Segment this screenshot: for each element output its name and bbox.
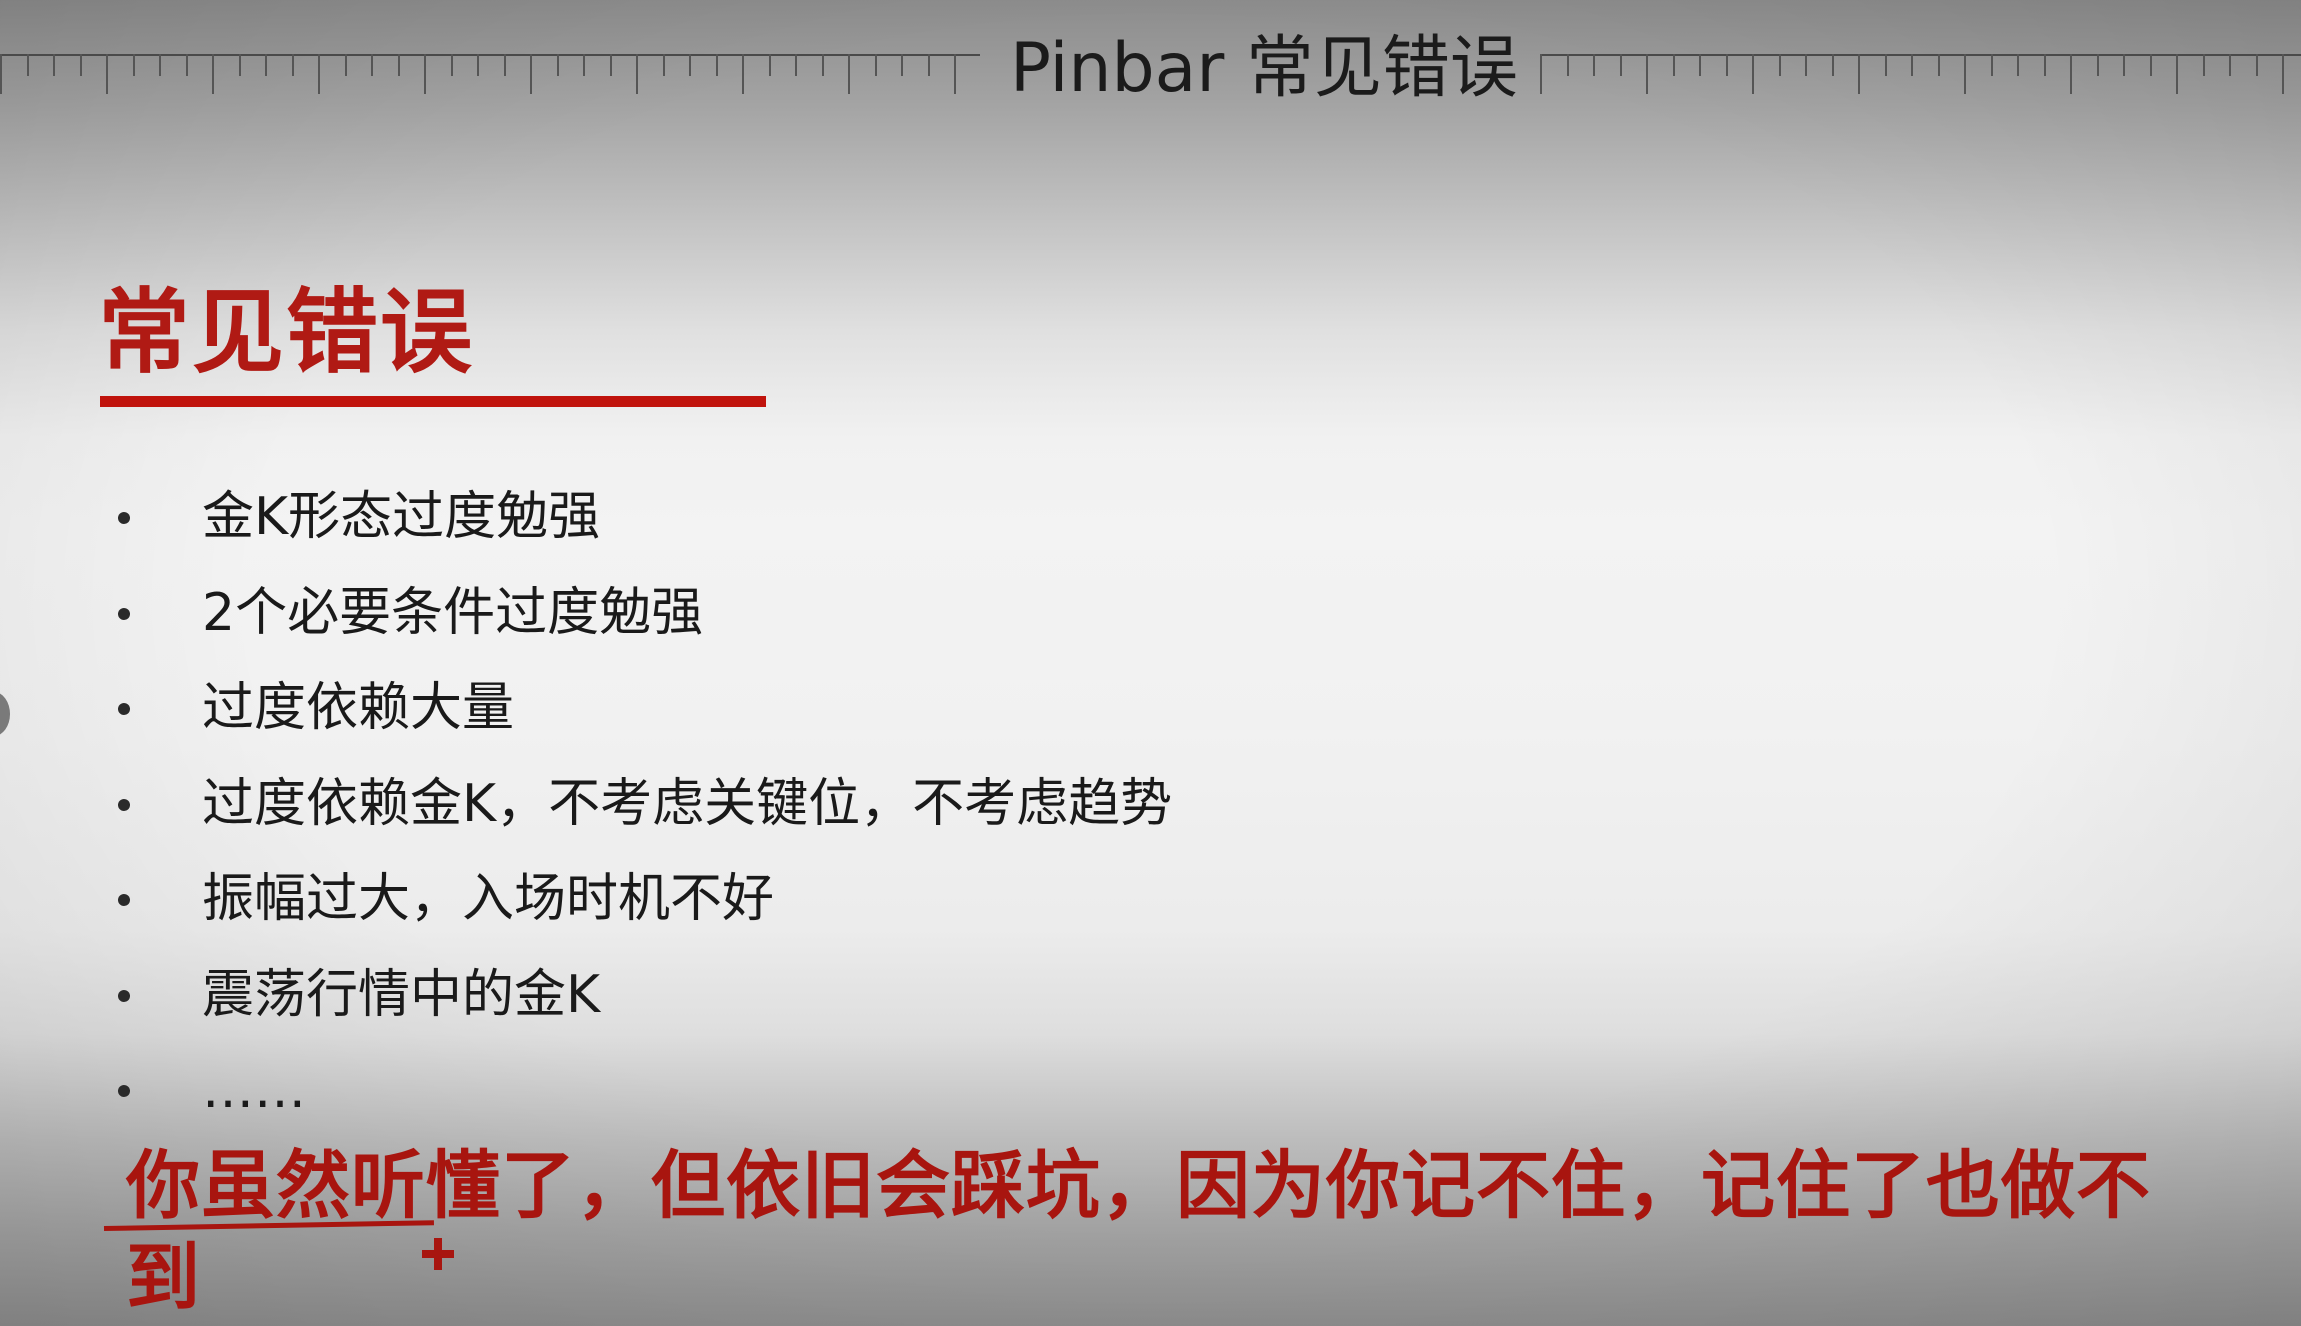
bullet-text: 震荡行情中的金K [202,964,601,1025]
ruler-tick [477,54,479,76]
ruler-tick [768,54,771,76]
ruler-tick [2123,54,2125,76]
bullet-text: 振幅过大，入场时机不好 [202,869,775,929]
handwritten-annotation: 你虽然听懂了，但依旧会踩坑，因为你记不住，记住了也做不到 [126,1143,2151,1321]
ruler-tick [2202,54,2205,76]
ruler-tick [662,54,665,76]
ruler-tick [901,54,903,76]
heading-underline [100,396,766,407]
ruler-tick [2149,54,2152,76]
bullet-text: 过度依赖大量 [202,678,515,738]
ruler-tick [503,54,506,76]
ruler-tick [159,54,161,76]
ruler-tick [1752,54,1754,94]
bullet-text: 过度依赖金K，不考虑关键位，不考虑趋势 [202,773,1173,834]
ruler-tick [1964,54,1966,94]
bullet-dot-icon [118,894,130,906]
ruler-tick [609,54,612,76]
ruler-right-line [1540,54,2301,56]
bullet-dot-icon [118,1085,130,1097]
ruler-tick [2176,54,2178,94]
ruler-tick [821,54,824,76]
ruler-tick [927,54,930,76]
ruler-tick [424,54,426,94]
ruler-tick [715,54,718,76]
bullet-dot-icon [118,512,130,524]
ruler-tick [1540,54,1542,94]
ruler-tick [291,54,294,76]
bullet-text: 金K形态过度勉强 [202,487,601,547]
ruler-tick [2043,54,2046,76]
ruler-left-line [0,54,980,56]
bullet-dot-icon [118,607,130,620]
ruler-tick [583,54,585,76]
ruler-tick [689,54,691,76]
ruler-tick [1831,54,1834,76]
ruler-tick [106,54,108,94]
ruler-tick [1937,54,1940,76]
ruler-tick [1699,54,1701,76]
ruler-tick [371,54,373,76]
ruler-tick [954,54,956,94]
bullet-dot-icon [118,798,130,811]
ruler-tick [1990,54,1993,76]
section-heading: 常见错误 [98,279,475,386]
ruler-tick [397,54,400,76]
ruler-tick [848,54,850,94]
ruler-tick [238,54,241,76]
ruler-tick [1725,54,1728,76]
bullet-dot-icon [118,703,130,715]
ruler-left [0,54,980,98]
ruler-tick [1884,54,1887,76]
ruler-tick [2017,54,2019,76]
ruler-tick [2070,54,2072,94]
ruler-tick [53,54,55,76]
ruler-tick [2229,54,2231,76]
ruler-tick [1911,54,1913,76]
ruler-tick [1778,54,1781,76]
ruler-tick [2255,54,2258,76]
slide-top-title: Pinbar 常见错误 [1010,29,1518,108]
ruler-tick [1805,54,1807,76]
ruler-tick [1566,54,1569,76]
ruler-right [1540,54,2301,98]
bullet-text: 2个必要条件过度勉强 [202,582,704,643]
ruler-tick [1672,54,1675,76]
bullet-dot-icon [118,989,130,1002]
ruler-tick [530,54,532,94]
plus-cursor-icon [422,1238,454,1270]
ruler-tick [344,54,347,76]
side-panel-handle[interactable] [0,692,10,736]
ruler-tick [556,54,559,76]
ruler-tick [1593,54,1595,76]
ruler-tick [26,54,29,76]
ruler-tick [79,54,82,76]
ruler-tick [2282,54,2284,94]
ruler-tick [1619,54,1622,76]
ruler-tick [212,54,214,94]
ruler-tick [1646,54,1648,94]
ruler-tick [185,54,188,76]
ruler-tick [636,54,638,94]
ruler-tick [318,54,320,94]
ruler-tick [265,54,267,76]
bullet-text: …… [202,1060,306,1120]
ruler-tick [1858,54,1860,94]
ruler-tick [2096,54,2099,76]
ruler-tick [742,54,744,94]
ruler-tick [450,54,453,76]
ruler-tick [874,54,877,76]
ruler-tick [132,54,135,76]
ruler-tick [795,54,797,76]
ruler-tick [0,54,2,94]
